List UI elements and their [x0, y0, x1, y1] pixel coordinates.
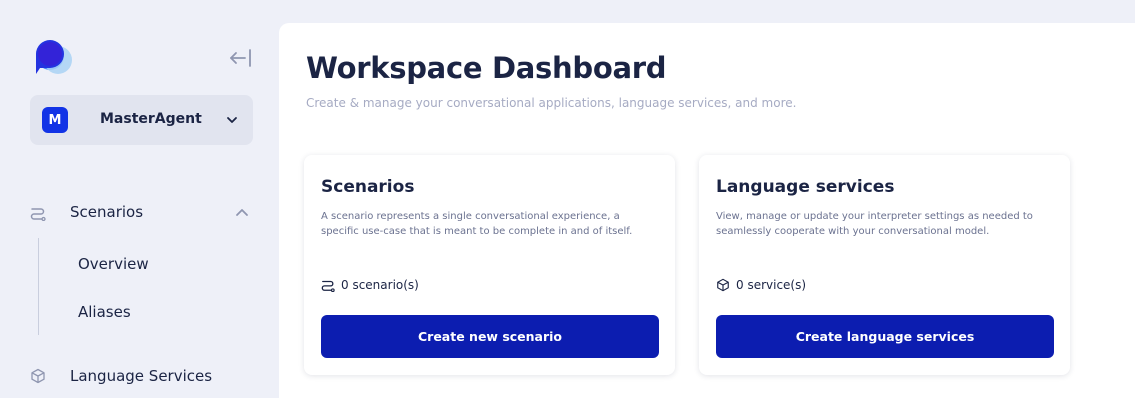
logo-icon	[36, 40, 72, 74]
card-description: View, manage or update your interpreter …	[716, 211, 1033, 237]
card-description: A scenario represents a single conversat…	[321, 211, 633, 237]
agent-avatar: M	[42, 107, 68, 133]
scenarios-icon	[321, 280, 335, 292]
agent-switcher[interactable]: M MasterAgent	[30, 95, 253, 145]
scenarios-icon	[30, 208, 46, 221]
language-services-card: Language services View, manage or update…	[699, 155, 1070, 375]
page-subtitle: Create & manage your conversational appl…	[306, 96, 797, 110]
collapse-sidebar-button[interactable]	[227, 46, 255, 70]
count-label: 0 service(s)	[736, 278, 807, 292]
sidebar-item-language-services[interactable]: Language Services	[30, 360, 260, 392]
sidebar: M MasterAgent Scenarios Overview Aliases…	[0, 0, 278, 398]
collapse-sidebar-icon	[230, 49, 251, 67]
agent-name: MasterAgent	[100, 111, 202, 127]
card-title: Scenarios	[321, 177, 415, 197]
cube-icon	[31, 368, 45, 384]
cube-icon	[717, 278, 729, 292]
scenario-count: 0 scenario(s)	[321, 278, 419, 292]
sidebar-item-overview[interactable]: Overview	[78, 255, 149, 281]
create-language-services-button[interactable]: Create language services	[716, 315, 1054, 358]
page-title: Workspace Dashboard	[306, 51, 667, 85]
sidebar-item-scenarios[interactable]: Scenarios	[30, 196, 260, 228]
sidebar-item-label: Scenarios	[70, 203, 144, 221]
card-title: Language services	[716, 177, 895, 197]
chevron-down-icon	[227, 117, 237, 123]
sidebar-item-aliases[interactable]: Aliases	[78, 303, 131, 329]
count-label: 0 scenario(s)	[341, 278, 419, 292]
scenarios-card: Scenarios A scenario represents a single…	[304, 155, 675, 375]
main-panel: Workspace Dashboard Create & manage your…	[279, 23, 1135, 398]
create-scenario-button[interactable]: Create new scenario	[321, 315, 659, 358]
sidebar-item-label: Language Services	[70, 367, 213, 385]
chevron-up-icon	[236, 209, 248, 216]
service-count: 0 service(s)	[716, 278, 806, 292]
subnav-divider	[38, 238, 39, 335]
